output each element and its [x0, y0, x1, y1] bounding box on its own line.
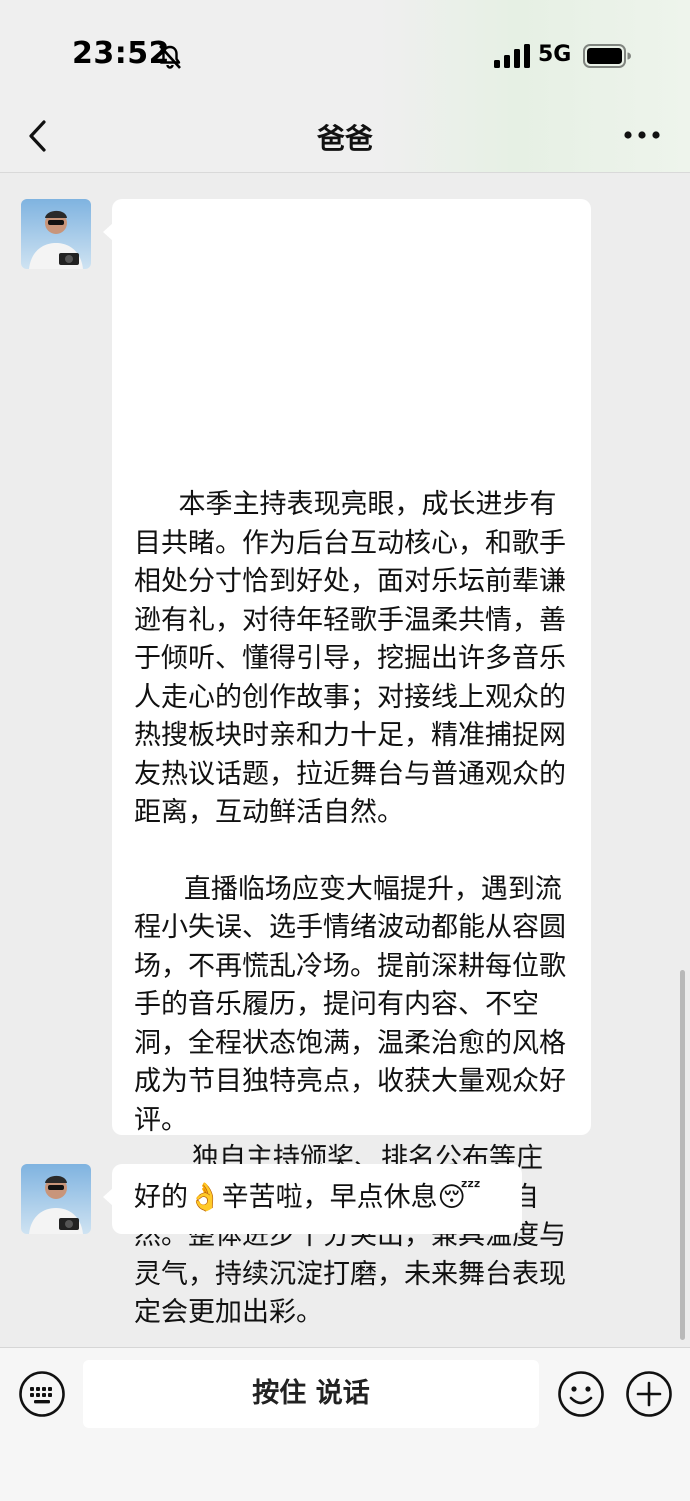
input-bar: 按住 说话 [0, 1347, 690, 1501]
message-text-part: 好的 [134, 1182, 188, 1213]
message-paragraph: 直播临场应变大幅提升，遇到流程小失误、选手情绪波动都能从容圆场，不再慌乱冷场。提… [134, 873, 566, 1136]
more-dots-icon[interactable] [622, 122, 662, 148]
status-time: 23:52 [72, 36, 170, 71]
message-text-part: 辛苦啦，早点休息 [221, 1182, 438, 1213]
scrollbar[interactable] [680, 970, 685, 1340]
battery-icon [583, 44, 631, 68]
avatar[interactable] [21, 199, 91, 269]
message-paragraph: 本季主持表现亮眼，成长进步有目共睹。作为后台互动核心，和歌手相处分寸恰到好处，面… [134, 489, 566, 828]
chat-header: 爸爸 [0, 100, 690, 173]
avatar-photo [21, 1164, 91, 1234]
message-text: 好的👌辛苦啦，早点休息😴 [134, 1179, 481, 1218]
plus-circle-icon[interactable] [625, 1370, 673, 1418]
keyboard-icon[interactable] [18, 1370, 66, 1418]
bell-slash-icon [159, 45, 181, 69]
status-bar: 23:52 5G [0, 0, 690, 100]
ok-hand-emoji: 👌 [188, 1182, 222, 1213]
smiley-icon[interactable] [557, 1370, 605, 1418]
message-bubble-long[interactable]: 本季主持表现亮眼，成长进步有目共睹。作为后台互动核心，和歌手相处分寸恰到好处，面… [103, 199, 591, 1328]
sleepy-face-emoji: 😴 [437, 1182, 481, 1213]
avatar-photo [21, 199, 91, 269]
network-label: 5G [538, 42, 572, 67]
avatar[interactable] [21, 1164, 91, 1234]
message-bubble-short[interactable]: 好的👌辛苦啦，早点休息😴 [103, 1164, 522, 1234]
chat-title: 爸爸 [316, 122, 373, 155]
hold-to-talk-button[interactable]: 按住 说话 [83, 1360, 539, 1428]
signal-bars-icon [494, 44, 530, 68]
